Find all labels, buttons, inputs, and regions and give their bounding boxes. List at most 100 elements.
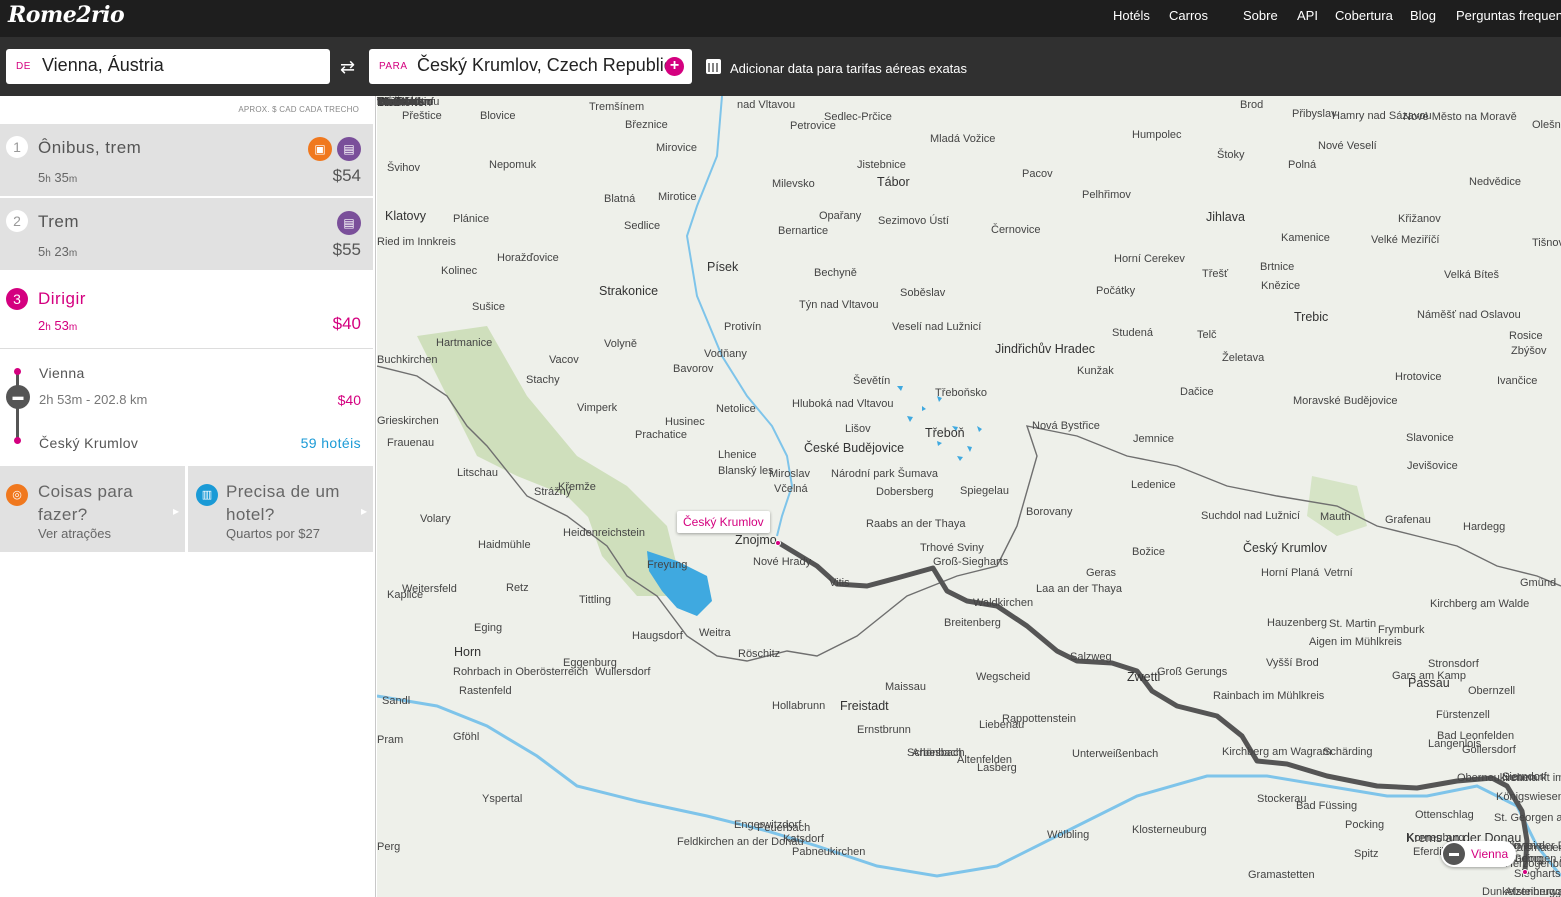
- place-label: Blovice: [480, 110, 516, 122]
- place-label: Knězice: [1261, 280, 1301, 292]
- place-label: Gföhl: [453, 731, 480, 743]
- place-label: Gmünd: [1520, 577, 1557, 589]
- nav-faq[interactable]: Perguntas frequent: [1456, 8, 1561, 23]
- route-option-drive[interactable]: 3 Dirigir 2h 53m $40: [0, 272, 373, 349]
- place-label: Nové Hrady: [753, 556, 812, 568]
- car-icon: ▬: [1443, 843, 1465, 865]
- drive-segment[interactable]: ▬ Vienna 2h 53m - 202.8 km $40 Český Kru…: [0, 349, 373, 464]
- place-label: Lhenice: [718, 449, 757, 461]
- place-label: Rohrbach in Oberösterreich: [453, 666, 589, 678]
- place-label: Kirchberg am Wagram: [1222, 746, 1332, 758]
- place-label: Miroslav: [769, 468, 810, 480]
- place-label: Yspertal: [482, 793, 523, 805]
- calendar-icon[interactable]: [706, 59, 721, 74]
- place-label: Katsdorf: [783, 833, 824, 845]
- from-label: DE: [16, 61, 31, 72]
- logo[interactable]: Rome2rio: [8, 2, 125, 28]
- route-option-train[interactable]: 2 Trem ▤ 5h 23m $55: [0, 198, 373, 270]
- place-label: Zbýšov: [1511, 345, 1547, 357]
- place-label: Studená: [1112, 327, 1153, 339]
- place-label: Velká Bíteš: [1444, 269, 1500, 281]
- place-label: Hluboká nad Vltavou: [792, 398, 894, 410]
- place-label: Freyung: [647, 559, 688, 571]
- place-label: Unterweißenbach: [1072, 748, 1159, 760]
- from-value[interactable]: Vienna, Áustria: [42, 55, 164, 76]
- place-label: Veselí nad Lužnicí: [892, 321, 982, 333]
- place-label: Kamenice: [1281, 232, 1330, 244]
- segment-price: $40: [337, 392, 361, 408]
- place-label: Třeboň: [925, 426, 965, 440]
- place-label: Vyšší Brod: [1266, 657, 1319, 669]
- place-label: Göllersdorf: [1462, 744, 1516, 756]
- place-label: Horn: [454, 645, 482, 659]
- nav-about[interactable]: Sobre: [1243, 8, 1278, 23]
- place-label: České Budějovice: [804, 441, 905, 455]
- add-destination-icon[interactable]: +: [665, 57, 684, 76]
- from-field[interactable]: DE Vienna, Áustria: [6, 49, 330, 84]
- card-title: Coisas para fazer?: [38, 482, 134, 524]
- place-label: Rosice: [1509, 330, 1543, 342]
- place-label: Želetava: [1222, 352, 1265, 364]
- place-label: Nepomuk: [489, 159, 537, 171]
- card-title: Precisa de um hotel?: [226, 482, 340, 524]
- place-label: Kolinec: [441, 265, 478, 277]
- place-label: Hartmanice: [436, 337, 493, 349]
- place-label: Mauth: [1320, 511, 1351, 523]
- add-date-link[interactable]: Adicionar data para tarifas aéreas exata…: [730, 61, 967, 76]
- place-label: Bad Füssing: [1296, 800, 1358, 812]
- price-note: APROX. $ CAD CADA TRECHO: [238, 105, 359, 114]
- nav-api[interactable]: API: [1297, 8, 1318, 23]
- place-label: Stachy: [526, 374, 560, 386]
- to-field[interactable]: PARA Český Krumlov, Czech Republic +: [369, 49, 692, 84]
- place-label: Ševětín: [853, 375, 891, 387]
- place-label: Rainbach im Mühlkreis: [1213, 690, 1325, 702]
- place-label: Ernstbrunn: [857, 724, 911, 736]
- hotel-card[interactable]: ▥ Precisa de um hotel? Quartos por $27 ▸: [188, 466, 373, 552]
- train-icon: ▤: [337, 137, 361, 161]
- to-value[interactable]: Český Krumlov, Czech Republic: [417, 55, 673, 76]
- place-label: Haidmühle: [478, 539, 531, 551]
- place-label: Sezimovo Ústí: [878, 215, 949, 227]
- place-label: Jistebnice: [857, 159, 906, 171]
- origin-badge[interactable]: ▬ Vienna: [1441, 841, 1517, 867]
- place-label: Hollabrunn: [772, 700, 826, 712]
- place-label: Wölbling: [1047, 829, 1090, 841]
- hotels-link[interactable]: 59 hotéis: [301, 435, 361, 451]
- place-label: Brod: [1240, 99, 1264, 111]
- place-label: Štoky: [1217, 149, 1245, 161]
- place-label: Bavorov: [673, 363, 714, 375]
- nav-coverage[interactable]: Cobertura: [1335, 8, 1393, 23]
- route-title: Ônibus, trem: [38, 138, 142, 157]
- place-label: Plánice: [453, 213, 490, 225]
- swap-icon[interactable]: ⇄: [340, 57, 355, 78]
- destination-pin[interactable]: [775, 540, 781, 546]
- place-label: Freistadt: [840, 699, 889, 713]
- place-label: Dunkelsteinerwald: [1482, 886, 1561, 897]
- attractions-icon: ◎: [6, 484, 28, 506]
- pin-label-cesky-krumlov[interactable]: Český Krumlov: [677, 511, 770, 533]
- route-line: [776, 540, 1530, 874]
- place-label: Hardegg: [1463, 521, 1506, 533]
- place-label: Kaplice: [387, 589, 424, 601]
- nav-hotels[interactable]: Hotéls: [1113, 8, 1150, 23]
- place-label: Soběslav: [900, 287, 946, 299]
- place-label: Sedlice: [624, 220, 661, 232]
- map[interactable]: Přeštice Blovice Tremšínem nad Vltavou Sedle…: [377, 96, 1561, 897]
- place-label: Nové Veselí: [1318, 140, 1377, 152]
- nav-blog[interactable]: Blog: [1410, 8, 1436, 23]
- place-label: Vodňany: [704, 348, 747, 360]
- place-label: Vacov: [549, 354, 579, 366]
- origin-pin[interactable]: [1522, 869, 1528, 875]
- place-label: Počátky: [1096, 285, 1136, 297]
- place-label: Netolice: [716, 403, 756, 415]
- place-label: Grieskirchen: [377, 415, 439, 427]
- nav-cars[interactable]: Carros: [1169, 8, 1208, 23]
- route-option-bus-train[interactable]: 1 Ônibus, trem ▣ ▤ 5h 35m $54: [0, 124, 373, 196]
- place-label: Lasberg: [977, 762, 1017, 774]
- place-label: Weitra: [699, 627, 731, 639]
- place-label: Týn nad Vltavou: [799, 299, 879, 311]
- route-price: $40: [332, 314, 361, 333]
- things-to-do-card[interactable]: ◎ Coisas para fazer? Ver atrações ▸: [0, 466, 185, 552]
- place-label: Horažďovice: [497, 252, 559, 264]
- place-label: Moravské Budějovice: [1293, 395, 1398, 407]
